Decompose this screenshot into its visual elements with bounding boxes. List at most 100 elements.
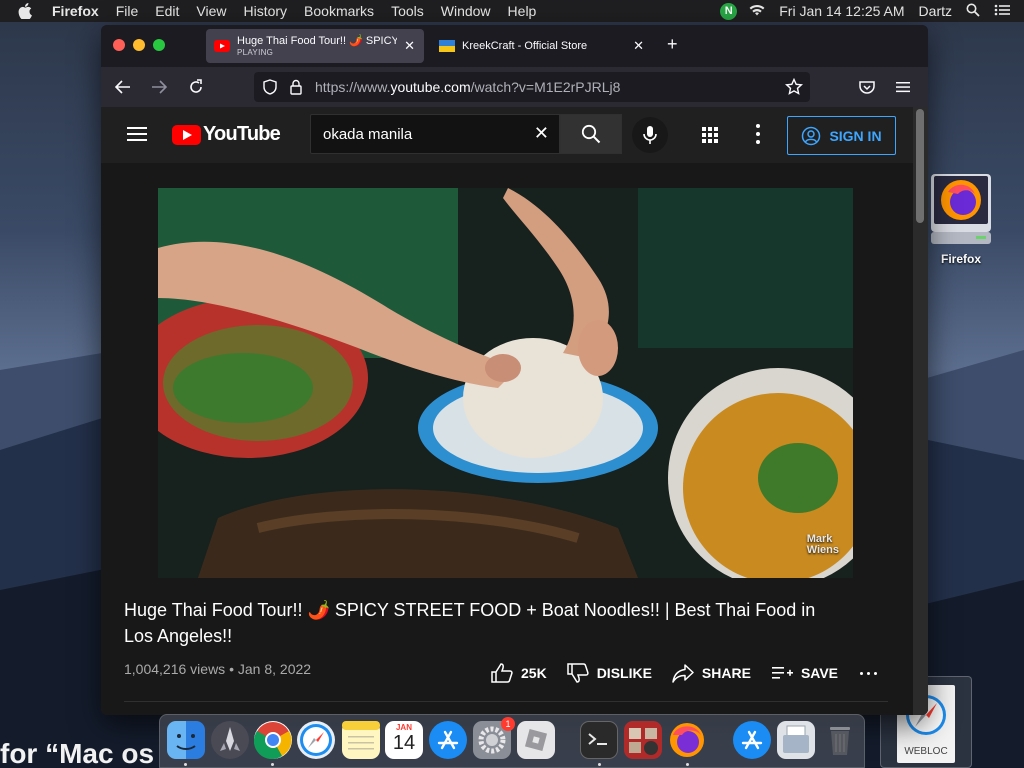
launchpad-icon[interactable] bbox=[211, 721, 249, 759]
new-tab-button[interactable]: + bbox=[667, 34, 678, 55]
youtube-favicon-icon bbox=[214, 40, 230, 52]
menu-tools[interactable]: Tools bbox=[391, 0, 424, 22]
control-center-icon[interactable] bbox=[994, 3, 1010, 19]
tracking-shield-icon[interactable] bbox=[263, 79, 277, 95]
forward-button[interactable] bbox=[147, 75, 171, 99]
meta-separator: • bbox=[229, 661, 234, 677]
close-tab-icon[interactable]: ✕ bbox=[404, 38, 415, 54]
kreekcraft-favicon-icon bbox=[439, 40, 455, 52]
finder-running-indicator bbox=[184, 763, 187, 766]
search-input[interactable]: okada manila ✕ bbox=[310, 114, 560, 154]
reload-button[interactable] bbox=[184, 75, 208, 99]
guide-menu-icon[interactable] bbox=[127, 126, 147, 142]
calendar-icon[interactable]: JAN 14 bbox=[385, 721, 423, 759]
voice-search-button[interactable] bbox=[632, 117, 668, 153]
youtube-wordmark: YouTube bbox=[203, 123, 281, 145]
video-player[interactable]: Mark Wiens bbox=[158, 188, 853, 578]
notes-icon[interactable] bbox=[342, 721, 380, 759]
menu-view[interactable]: View bbox=[196, 0, 226, 22]
hamburger-menu-icon bbox=[896, 82, 910, 93]
thumbs-up-icon bbox=[491, 663, 513, 683]
clock[interactable]: Fri Jan 14 12:25 AM bbox=[779, 3, 904, 19]
n-status-icon[interactable]: N bbox=[720, 2, 738, 20]
firefox-icon[interactable] bbox=[668, 721, 706, 759]
tab-kreekcraft[interactable]: KreekCraft - Official Store ✕ bbox=[431, 29, 653, 63]
tab-title: KreekCraft - Official Store bbox=[462, 40, 588, 52]
youtube-logo[interactable]: YouTube bbox=[172, 123, 281, 146]
chrome-running-indicator bbox=[271, 763, 274, 766]
like-button[interactable]: 25K bbox=[491, 663, 547, 683]
page-scrollbar[interactable] bbox=[913, 107, 928, 715]
search-button[interactable] bbox=[560, 114, 622, 154]
playlist-add-icon bbox=[771, 667, 793, 679]
menu-history[interactable]: History bbox=[243, 0, 287, 22]
menu-help[interactable]: Help bbox=[508, 0, 537, 22]
microphone-icon bbox=[643, 126, 657, 144]
apple-menu-icon[interactable] bbox=[18, 3, 38, 19]
dislike-button[interactable]: DISLIKE bbox=[566, 663, 652, 683]
tab-bar: Huge Thai Food Tour!! 🌶️ SPICY PLAYING ✕… bbox=[101, 25, 928, 67]
menu-edit[interactable]: Edit bbox=[155, 0, 179, 22]
finder-icon[interactable] bbox=[167, 721, 205, 759]
pocket-button[interactable] bbox=[855, 75, 879, 99]
tab-playing-label: PLAYING bbox=[237, 48, 274, 57]
bookmark-star-icon[interactable] bbox=[785, 78, 803, 96]
close-window-button[interactable] bbox=[113, 39, 125, 51]
roblox-icon[interactable] bbox=[517, 721, 555, 759]
spotlight-icon[interactable] bbox=[966, 3, 980, 20]
pocket-icon bbox=[859, 81, 875, 94]
sign-in-label: SIGN IN bbox=[829, 127, 882, 144]
scrollbar-thumb[interactable] bbox=[916, 109, 924, 223]
desktop-background-text: for “Mac os bbox=[0, 738, 155, 768]
share-icon bbox=[672, 664, 694, 683]
terminal-icon[interactable] bbox=[580, 721, 618, 759]
system-preferences-icon[interactable]: 1 bbox=[473, 717, 515, 759]
back-button[interactable] bbox=[111, 75, 135, 99]
tab-youtube-video[interactable]: Huge Thai Food Tour!! 🌶️ SPICY PLAYING ✕ bbox=[206, 29, 424, 63]
video-actions: 25K DISLIKE SHARE SAVE bbox=[491, 660, 879, 686]
safari-icon[interactable] bbox=[297, 721, 335, 759]
desktop-firefox-icon[interactable]: Firefox bbox=[926, 170, 996, 266]
firefox-running-indicator bbox=[686, 763, 689, 766]
user-name[interactable]: Dartz bbox=[919, 3, 952, 19]
lock-icon[interactable] bbox=[290, 79, 302, 95]
app-store-downloads-icon[interactable] bbox=[733, 721, 771, 759]
calendar-month: JAN bbox=[395, 723, 412, 732]
menu-file[interactable]: File bbox=[116, 0, 139, 22]
chrome-icon[interactable] bbox=[253, 721, 292, 760]
address-bar[interactable]: https://www.youtube.com/watch?v=M1E2rPJR… bbox=[254, 72, 810, 102]
navigation-toolbar: https://www.youtube.com/watch?v=M1E2rPJR… bbox=[101, 67, 928, 107]
menu-window[interactable]: Window bbox=[441, 0, 491, 22]
save-label: SAVE bbox=[800, 665, 839, 681]
app-store-icon[interactable] bbox=[429, 721, 467, 759]
search-icon bbox=[581, 124, 601, 144]
close-tab-icon[interactable]: ✕ bbox=[633, 38, 644, 54]
minimize-window-button[interactable] bbox=[133, 39, 145, 51]
more-actions-icon[interactable] bbox=[858, 671, 879, 675]
save-button[interactable]: SAVE bbox=[771, 665, 838, 681]
zoom-window-button[interactable] bbox=[153, 39, 165, 51]
documents-icon[interactable] bbox=[777, 721, 815, 759]
upload-date: Jan 8, 2022 bbox=[237, 661, 312, 677]
photo-booth-icon[interactable] bbox=[624, 721, 662, 759]
youtube-apps-icon[interactable] bbox=[701, 126, 719, 144]
clear-search-icon[interactable]: ✕ bbox=[534, 123, 549, 144]
sign-in-button[interactable]: SIGN IN bbox=[787, 116, 896, 155]
wifi-icon[interactable] bbox=[749, 3, 765, 19]
trash-icon[interactable] bbox=[821, 721, 859, 759]
app-menu-button[interactable] bbox=[891, 75, 915, 99]
video-frame bbox=[158, 188, 853, 578]
desktop-firefox-label: Firefox bbox=[940, 252, 981, 266]
menu-bookmarks[interactable]: Bookmarks bbox=[304, 0, 374, 22]
share-button[interactable]: SHARE bbox=[672, 663, 751, 683]
view-count: 1,004,216 views bbox=[124, 661, 226, 677]
thumbs-down-icon bbox=[566, 663, 589, 683]
like-count: 25K bbox=[521, 665, 547, 681]
app-menu[interactable]: Firefox bbox=[52, 0, 99, 22]
calendar-day: 14 bbox=[392, 732, 416, 754]
dislike-label: DISLIKE bbox=[596, 665, 652, 681]
video-meta: 1,004,216 views • Jan 8, 2022 bbox=[124, 661, 311, 677]
url-text[interactable]: https://www.youtube.com/watch?v=M1E2rPJR… bbox=[315, 79, 620, 95]
search-query[interactable]: okada manila bbox=[323, 126, 412, 143]
settings-more-icon[interactable] bbox=[751, 124, 765, 144]
